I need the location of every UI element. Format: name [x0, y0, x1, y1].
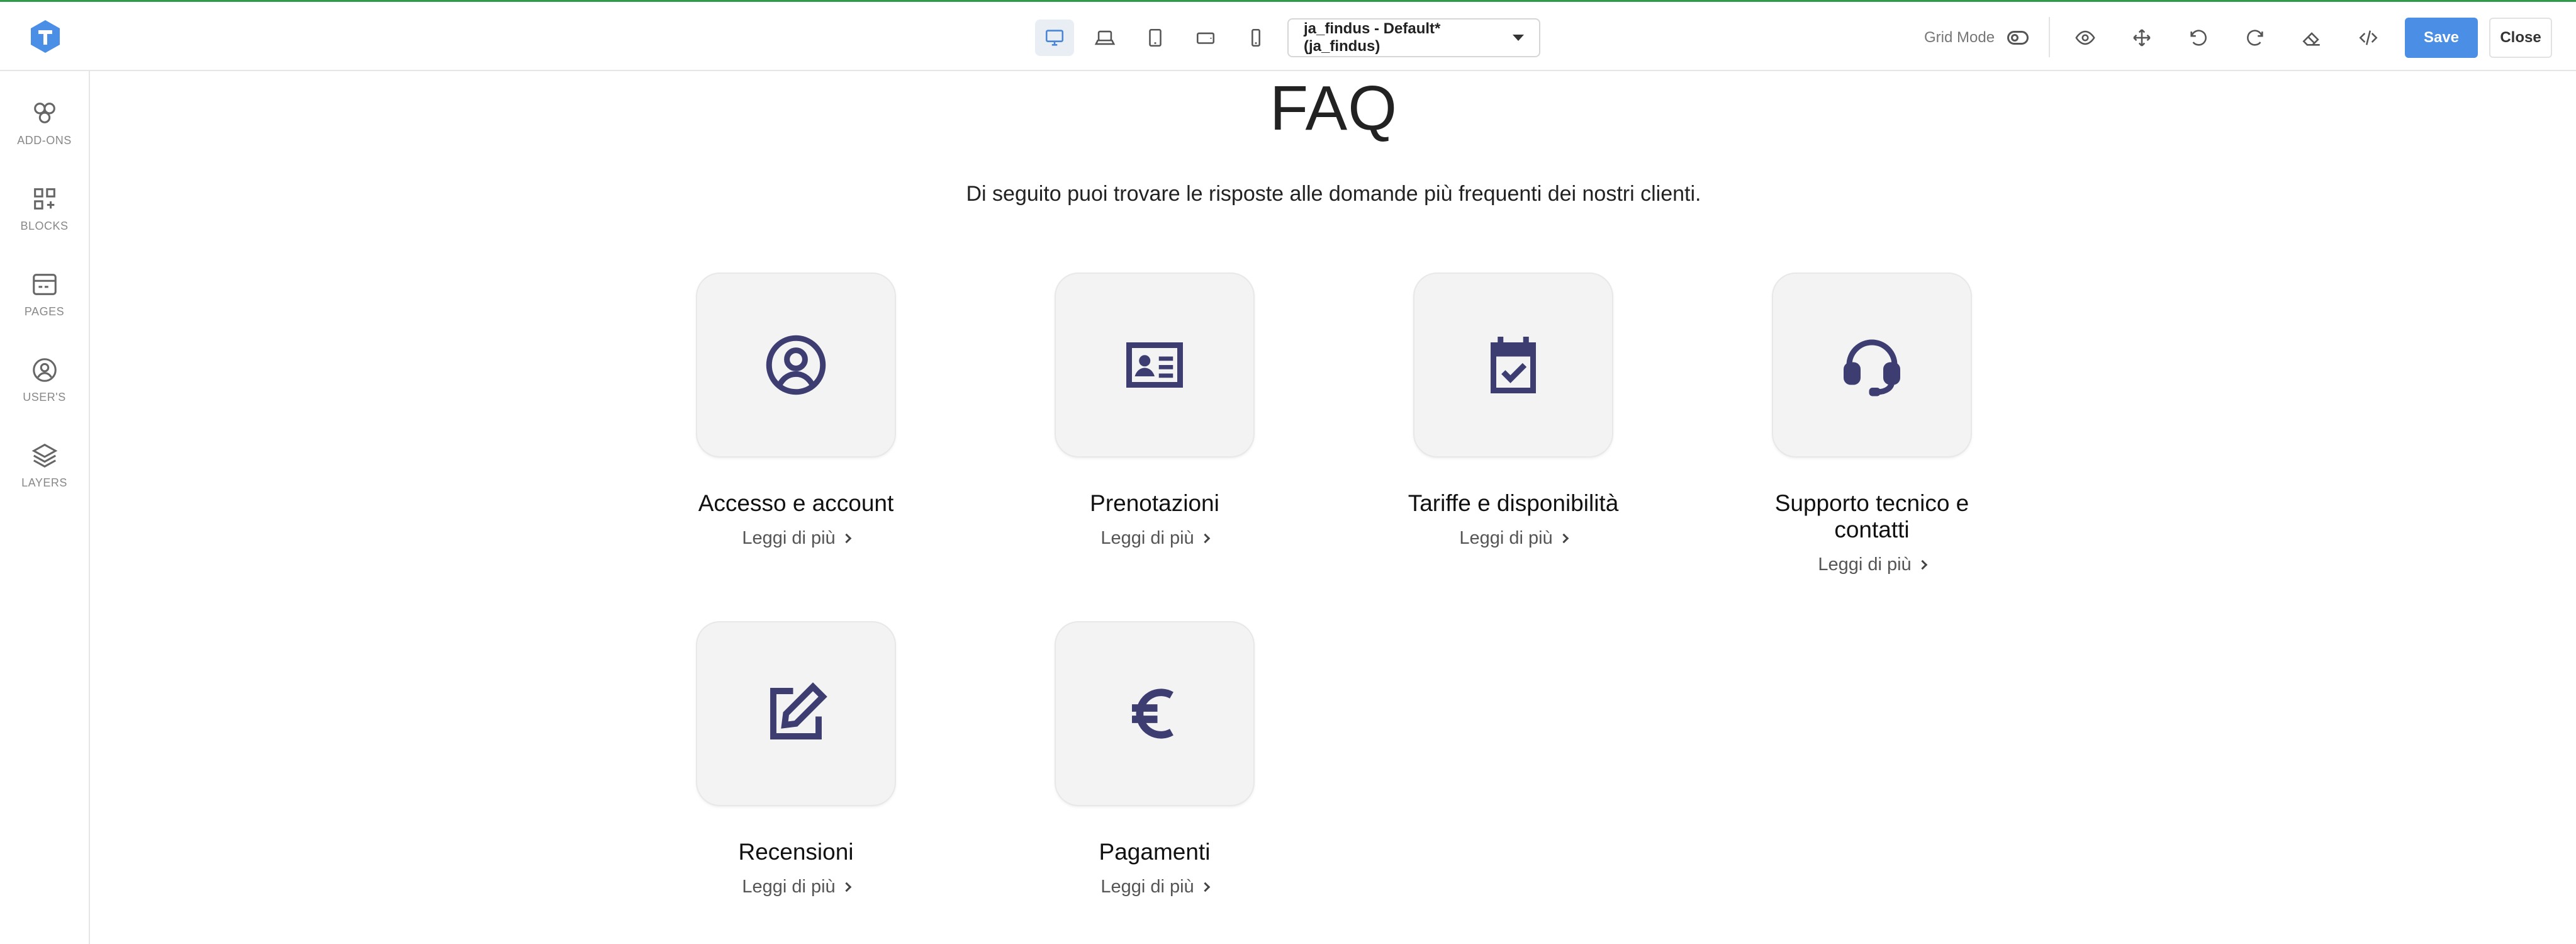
tablet-landscape-view-button[interactable]: [1186, 20, 1225, 56]
desktop-view-button[interactable]: [1035, 20, 1074, 56]
top-toolbar: ja_findus - Default* (ja_findus) Grid Mo…: [0, 2, 2576, 71]
read-more-label: Leggi di più: [1459, 528, 1553, 548]
card-icon-box: [1773, 274, 1971, 456]
chevron-right-icon: [841, 882, 851, 892]
sidebar-item-label: PAGES: [24, 305, 65, 318]
sidebar-item-layers[interactable]: LAYERS: [0, 422, 89, 498]
card-icon-box: [1056, 274, 1253, 456]
calendar-check-icon: [1491, 337, 1536, 393]
card-icon-box: [697, 622, 895, 805]
code-icon: [2359, 30, 2378, 45]
chevron-right-icon: [1200, 882, 1210, 892]
faq-card-rates[interactable]: Tariffe e disponibilità Leggi di più: [1381, 274, 1645, 549]
card-title: Prenotazioni: [1090, 490, 1219, 516]
eye-icon: [2075, 30, 2095, 45]
read-more-label: Leggi di più: [742, 877, 836, 897]
clear-button[interactable]: [2292, 18, 2332, 57]
card-title: Tariffe e disponibilità: [1408, 490, 1619, 516]
read-more-label: Leggi di più: [1100, 528, 1194, 548]
preview-button[interactable]: [2065, 18, 2105, 57]
chevron-right-icon: [841, 533, 851, 544]
undo-button[interactable]: [2178, 18, 2219, 57]
addons-icon: [33, 103, 55, 123]
read-more-link[interactable]: Leggi di più: [1100, 528, 1210, 549]
faq-card-account[interactable]: Accesso e account Leggi di più: [664, 274, 928, 549]
page-title: FAQ: [1269, 73, 1398, 143]
faq-card-payments[interactable]: Pagamenti Leggi di più: [1022, 622, 1287, 897]
read-more-link[interactable]: Leggi di più: [1818, 554, 1927, 575]
sidebar-item-label: ADD-ONS: [17, 134, 72, 147]
redo-icon: [2247, 30, 2263, 46]
blocks-icon: [33, 188, 55, 210]
read-more-link[interactable]: Leggi di più: [742, 877, 851, 897]
read-more-label: Leggi di più: [1100, 877, 1194, 897]
euro-icon: [1132, 688, 1173, 739]
read-more-label: Leggi di più: [1818, 554, 1912, 575]
chevron-down-icon: [1513, 35, 1524, 41]
faq-card-reviews[interactable]: Recensioni Leggi di più: [664, 622, 928, 897]
card-title: Pagamenti: [1099, 839, 1211, 865]
laptop-view-button[interactable]: [1085, 20, 1124, 56]
card-icon-box: [1056, 622, 1253, 805]
card-icon-box: [697, 274, 895, 456]
save-button[interactable]: Save: [2405, 18, 2478, 58]
grid-mode-label: Grid Mode: [1924, 29, 1995, 46]
move-icon: [2133, 29, 2151, 47]
read-more-label: Leggi di più: [742, 528, 836, 548]
chevron-right-icon: [1559, 533, 1569, 544]
chevron-right-icon: [1200, 533, 1210, 544]
sidebar-item-label: BLOCKS: [20, 220, 69, 232]
app-logo-icon[interactable]: [28, 19, 63, 54]
editor-tools: [2065, 18, 2388, 57]
eraser-icon: [2302, 32, 2320, 46]
card-title: Supporto tecnico e contatti: [1774, 490, 1969, 542]
read-more-link[interactable]: Leggi di più: [1100, 877, 1210, 897]
template-select[interactable]: ja_findus - Default* (ja_findus): [1287, 18, 1540, 57]
left-sidebar: ADD-ONS BLOCKS PAGES USER'S LAYERS: [0, 71, 90, 944]
device-switcher: [1035, 20, 1275, 56]
pages-icon: [32, 274, 57, 295]
toolbar-divider: [2049, 17, 2050, 57]
faq-card-bookings[interactable]: Prenotazioni Leggi di più: [1022, 274, 1287, 549]
sidebar-item-addons[interactable]: ADD-ONS: [0, 80, 89, 155]
page-subtitle: Di seguito puoi trovare le risposte alle…: [966, 182, 1701, 206]
sidebar-item-pages[interactable]: PAGES: [0, 251, 89, 327]
card-title: Recensioni: [738, 839, 854, 865]
close-button[interactable]: Close: [2489, 18, 2552, 58]
grid-mode-toggle[interactable]: Grid Mode: [1924, 18, 2029, 57]
sidebar-item-blocks[interactable]: BLOCKS: [0, 166, 89, 241]
card-title: Accesso e account: [698, 490, 894, 516]
template-select-value: ja_findus - Default* (ja_findus): [1304, 20, 1441, 55]
user-icon: [32, 358, 57, 382]
undo-icon: [2190, 30, 2207, 46]
chevron-right-icon: [1917, 559, 1927, 570]
user-circle-icon: [766, 335, 826, 395]
tablet-landscape-icon: [1196, 32, 1215, 44]
sidebar-item-label: LAYERS: [21, 476, 67, 489]
faq-card-support[interactable]: Supporto tecnico e contatti Leggi di più: [1740, 274, 2004, 575]
layers-icon: [31, 443, 57, 468]
move-button[interactable]: [2122, 18, 2162, 57]
redo-button[interactable]: [2235, 18, 2275, 57]
tablet-icon: [1149, 28, 1162, 47]
headset-icon: [1844, 339, 1900, 396]
sidebar-item-users[interactable]: USER'S: [0, 337, 89, 412]
laptop-icon: [1094, 30, 1116, 45]
toggle-icon[interactable]: [2007, 31, 2029, 45]
tablet-view-button[interactable]: [1136, 20, 1175, 56]
id-card-icon: [1126, 342, 1183, 388]
sidebar-item-label: USER'S: [23, 391, 66, 403]
read-more-link[interactable]: Leggi di più: [742, 528, 851, 549]
desktop-icon: [1045, 30, 1064, 46]
page-canvas: FAQ Di seguito puoi trovare le risposte …: [91, 71, 2576, 944]
mobile-icon: [1252, 28, 1260, 47]
mobile-view-button[interactable]: [1236, 20, 1275, 56]
card-icon-box: [1414, 274, 1612, 456]
read-more-link[interactable]: Leggi di più: [1459, 528, 1569, 549]
edit-icon: [770, 682, 827, 739]
code-button[interactable]: [2348, 18, 2388, 57]
